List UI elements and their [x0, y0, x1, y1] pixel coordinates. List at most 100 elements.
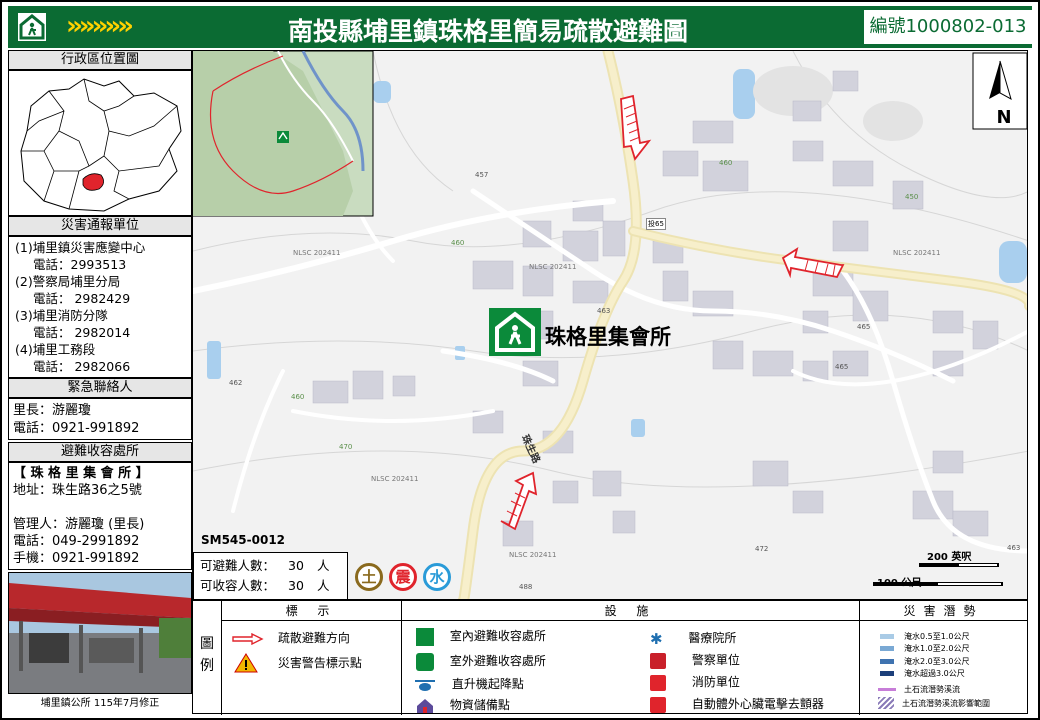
capacity-box: 可避難人數： 30 人 可收容人數： 30 人 [193, 552, 348, 599]
capacity-shelter-value: 30 [288, 578, 304, 593]
capacity-evac-unit: 人 [316, 558, 330, 573]
legend-symbols: 標 示 疏散避難方向 災害警告標示點 [221, 601, 401, 715]
legend-hazards-head: 災害潛勢 [860, 601, 1027, 621]
evac-arrow-icon [232, 632, 264, 645]
report-unit-3-name: (3)埔里消防分隊 [15, 308, 108, 323]
legend-evac-direction: 疏散避難方向 [232, 629, 350, 646]
shelter-phone: 電話：049-2991892 [13, 534, 140, 549]
report-unit-2-phone: 電話： 2982429 [33, 291, 131, 306]
legend-medical: ✱ 醫療院所 [650, 629, 736, 648]
fire-dept-icon [650, 674, 666, 691]
elevation-label: 457 [475, 171, 489, 179]
legend-fire-label: 消防單位 [691, 675, 740, 689]
left-panel: 行政區位置圖 災害通報單位 (1)埔里鎮災害應變中心 電話：2993513 (2… [8, 50, 192, 714]
shelter-info: 【 珠 格 里 集 會 所 】 地址：珠生路36之5號 管理人：游麗瓊 (里長)… [8, 462, 192, 570]
report-unit-4-phone: 電話： 2982066 [33, 359, 131, 374]
shelter-label: 珠格里集會所 [545, 325, 671, 349]
report-unit-1-name: (1)埔里鎮災害應變中心 [15, 240, 146, 255]
report-units-title: 災害通報單位 [8, 216, 192, 236]
report-unit-3-phone: 電話： 2982014 [33, 325, 131, 340]
elevation-label: 450 [905, 193, 919, 201]
report-unit-4-name: (4)埔里工務段 [15, 342, 96, 357]
debris-area-swatch [878, 697, 894, 709]
flood-swatch [880, 634, 894, 639]
admin-map-title: 行政區位置圖 [8, 50, 192, 70]
capacity-shelter-unit: 人 [316, 578, 330, 593]
contact-title: 緊急聯絡人 [8, 378, 192, 398]
shelter-logo-icon [18, 13, 46, 41]
road-code-label: 投65 [646, 218, 666, 230]
capacity-shelter-label: 可收容人數： [200, 578, 276, 593]
elevation-label: 463 [597, 307, 611, 315]
elevation-label: 460 [451, 239, 465, 247]
nlsc-label: NLSC 202411 [371, 475, 419, 483]
indoor-shelter-icon [416, 627, 434, 646]
elevation-label: 460 [719, 159, 733, 167]
header-bar: »»»»» 南投縣埔里鎮珠格里簡易疏散避難圖 編號1000802-013 [8, 6, 1032, 48]
report-unit-1-phone: 電話：2993513 [33, 257, 127, 272]
nlsc-label: NLSC 202411 [529, 263, 577, 271]
page-title: 南投縣埔里鎮珠格里簡易疏散避難圖 [287, 17, 688, 46]
warning-triangle-icon [234, 653, 258, 673]
helicopter-icon [415, 679, 435, 691]
scale-label-feet: 200 英呎 [927, 552, 972, 563]
flood-hazard-badge: 水 [423, 563, 451, 591]
legend-medical-label: 醫療院所 [688, 631, 737, 645]
legend-indoor-shelter-label: 室內避難收容處所 [449, 629, 546, 643]
legend-indoor-shelter: 室內避難收容處所 [416, 627, 546, 646]
elevation-label: 472 [755, 545, 769, 553]
shelter-manager: 管理人：游麗瓊 (里長) [13, 517, 145, 532]
shelter-marker-icon[interactable] [489, 308, 541, 356]
report-unit-2-name: (2)警察局埔里分局 [15, 274, 121, 289]
legend-side-char: 例 [200, 658, 214, 674]
flood-swatch [880, 659, 894, 664]
legend-flood-1-label: 淹水0.5至1.0公尺 [904, 632, 970, 641]
legend-flood-1: 淹水0.5至1.0公尺 [880, 631, 969, 642]
legend-aed-label: 自動體外心臟電擊去顫器 [691, 697, 824, 711]
elevation-label: 488 [519, 583, 533, 591]
supply-house-icon [417, 698, 433, 713]
earthquake-hazard-badge: 震 [389, 563, 417, 591]
legend-helipad: 直升機起降點 [414, 675, 524, 692]
north-letter: N [996, 107, 1012, 128]
outdoor-shelter-icon [416, 652, 434, 671]
sheet-id: SM545-0012 [201, 533, 286, 547]
legend-supply-label: 物資儲備點 [449, 698, 510, 712]
debris-stream-swatch [878, 688, 896, 691]
elevation-label: 470 [339, 443, 353, 451]
legend-supply-point: 物資儲備點 [416, 696, 510, 714]
shelter-address: 地址：珠生路36之5號 [13, 483, 142, 498]
contact-info: 里長：游麗瓊 電話：0921-991892 [8, 398, 192, 440]
legend-facilities-head: 設 施 [402, 601, 859, 621]
contact-chief: 里長：游麗瓊 [13, 403, 92, 418]
legend-outdoor-shelter-label: 室外避難收容處所 [449, 654, 546, 668]
legend-debris-area: 土石流潛勢溪流影響範圍 [878, 697, 990, 709]
flood-swatch [880, 646, 894, 651]
legend-helipad-label: 直升機起降點 [451, 677, 524, 691]
elevation-label: 465 [857, 323, 871, 331]
legend-debris-stream-label: 土石流潛勢溪流 [904, 685, 960, 694]
scale-label-meters: 100 公尺 [877, 578, 922, 589]
legend-debris-stream: 土石流潛勢溪流 [878, 684, 960, 695]
capacity-evac-row: 可避難人數： 30 人 [200, 556, 341, 576]
capacity-evac-value: 30 [288, 558, 304, 573]
legend-panel: 圖 例 標 示 疏散避難方向 災害警告標示點 設 施 室內避難收容處所 室外避難… [192, 600, 1028, 715]
capacity-evac-label: 可避難人數： [200, 558, 276, 573]
evacuation-map: 珠格里集會所 N SM545-0012 投65 珠生路 200 英呎 100 公… [192, 50, 1028, 600]
shelter-name: 【 珠 格 里 集 會 所 】 [13, 466, 149, 481]
shelter-photo [8, 572, 192, 694]
capacity-shelter-row: 可收容人數： 30 人 [200, 576, 341, 596]
legend-police-label: 警察單位 [691, 653, 740, 667]
legend-fire: 消防單位 [650, 673, 740, 691]
inset-location-map [193, 51, 374, 217]
legend-warning-label: 災害警告標示點 [277, 655, 362, 670]
legend-symbols-head: 標 示 [222, 601, 401, 621]
legend-hazards: 災害潛勢 淹水0.5至1.0公尺 淹水1.0至2.0公尺 淹水2.0至3.0公尺… [859, 601, 1027, 715]
photo-caption: 埔里鎮公所 115年7月修正 [40, 698, 160, 709]
legend-flood-2: 淹水1.0至2.0公尺 [880, 643, 969, 654]
elevation-label: 463 [1007, 544, 1021, 552]
legend-flood-3-label: 淹水2.0至3.0公尺 [904, 657, 970, 666]
legend-flood-4: 淹水超過3.0公尺 [880, 668, 965, 679]
legend-flood-2-label: 淹水1.0至2.0公尺 [904, 644, 970, 653]
legend-aed: 自動體外心臟電擊去顫器 [650, 695, 824, 713]
